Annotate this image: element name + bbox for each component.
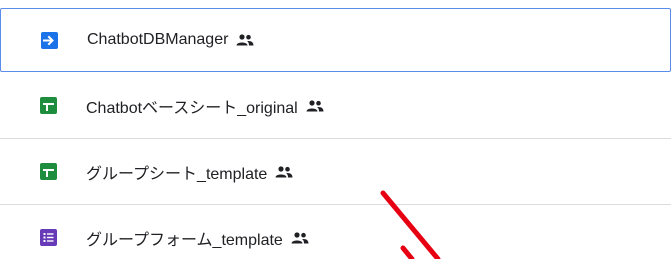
file-name-row: グループシート_template bbox=[86, 160, 293, 184]
apps-script-icon bbox=[41, 32, 58, 49]
file-row[interactable]: グループシート_template bbox=[0, 139, 671, 205]
file-name: グループフォーム_template bbox=[86, 232, 283, 249]
file-row[interactable]: グループフォーム_template bbox=[0, 205, 671, 259]
file-name-row: Chatbotベースシート_original bbox=[86, 94, 324, 118]
file-name: Chatbotベースシート_original bbox=[86, 99, 298, 117]
file-name: ChatbotDBManager bbox=[87, 31, 229, 48]
file-name-row: グループフォーム_template bbox=[86, 226, 309, 250]
file-row[interactable]: ChatbotDBManager bbox=[0, 8, 671, 72]
file-row[interactable]: Chatbotベースシート_original bbox=[0, 73, 671, 139]
shared-people-icon bbox=[291, 232, 309, 244]
shared-people-icon bbox=[275, 165, 293, 178]
shared-people-icon bbox=[306, 99, 324, 112]
sheets-icon bbox=[40, 163, 57, 180]
forms-icon bbox=[40, 229, 57, 246]
file-name: グループシート_template bbox=[86, 165, 268, 183]
shared-people-icon bbox=[236, 34, 254, 46]
file-name-row: ChatbotDBManager bbox=[87, 31, 254, 49]
file-list: ChatbotDBManager Chatbotベースシート_original bbox=[0, 0, 671, 259]
sheets-icon bbox=[40, 97, 57, 114]
